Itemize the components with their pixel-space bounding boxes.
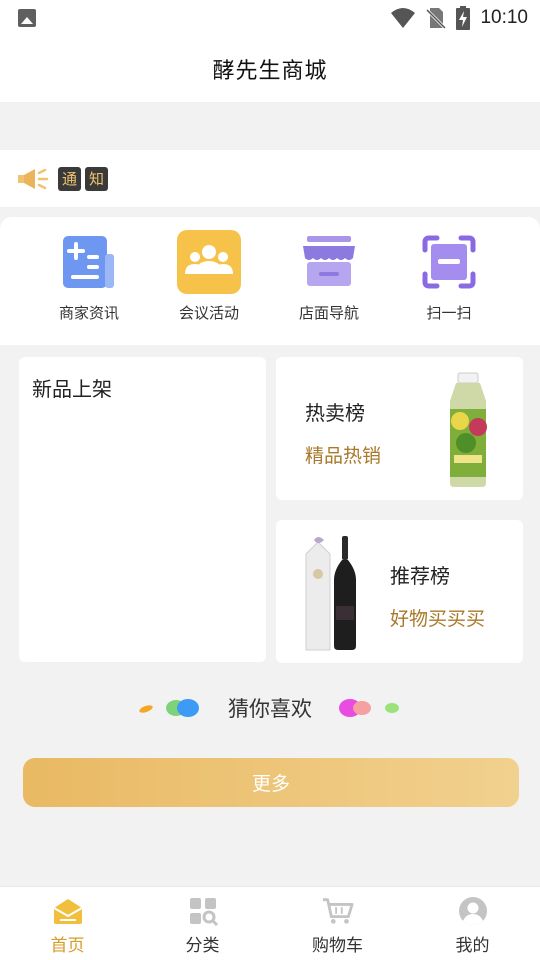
page-title: 酵先生商城 bbox=[212, 59, 328, 84]
tab-cart[interactable]: 购物车 bbox=[270, 887, 405, 960]
decorative-blobs-right-icon bbox=[339, 699, 399, 717]
tab-label: 我的 bbox=[455, 936, 490, 956]
tab-label: 分类 bbox=[185, 936, 220, 956]
status-bar: 10:10 bbox=[0, 0, 540, 36]
home-icon bbox=[52, 895, 84, 927]
bottom-tab-bar: 首页 分类 购物车 我的 bbox=[0, 886, 540, 960]
user-icon bbox=[457, 895, 489, 927]
people-icon bbox=[177, 230, 241, 294]
more-button[interactable]: 更多 bbox=[23, 758, 519, 807]
image-notification-icon bbox=[18, 9, 36, 27]
status-time: 10:10 bbox=[480, 7, 528, 28]
quick-nav-label: 商家资讯 bbox=[58, 304, 119, 322]
guess-you-like-title: 猜你喜欢 bbox=[228, 697, 312, 721]
quick-nav-meeting-activity[interactable]: 会议活动 bbox=[149, 217, 269, 345]
notice-tag: 知 bbox=[85, 166, 108, 191]
guess-you-like-header: 猜你喜欢 bbox=[0, 688, 540, 728]
recommend-subtitle: 好物买买买 bbox=[390, 608, 486, 630]
cart-icon bbox=[322, 895, 354, 927]
hot-sellers-card[interactable]: 热卖榜 精品热销 bbox=[276, 357, 523, 500]
quick-nav-scan[interactable]: 扫一扫 bbox=[389, 217, 509, 345]
notice-bar[interactable]: 通 知 bbox=[0, 150, 540, 207]
quick-nav-label: 店面导航 bbox=[298, 304, 359, 322]
store-icon bbox=[297, 230, 361, 294]
no-sim-icon bbox=[426, 8, 447, 29]
wifi-icon bbox=[391, 8, 416, 28]
decorative-blobs-left-icon bbox=[139, 699, 199, 717]
quick-nav-label: 扫一扫 bbox=[426, 304, 472, 322]
recommend-card[interactable]: 推荐榜 好物买买买 bbox=[276, 520, 523, 663]
tab-label: 购物车 bbox=[312, 936, 363, 956]
recommend-title: 推荐榜 bbox=[390, 564, 450, 588]
wine-bottle-image bbox=[305, 536, 356, 651]
category-icon bbox=[187, 895, 219, 927]
tab-category[interactable]: 分类 bbox=[135, 887, 270, 960]
news-icon bbox=[57, 230, 121, 294]
scan-icon bbox=[417, 230, 481, 294]
title-bar: 酵先生商城 bbox=[0, 36, 540, 102]
quick-nav-label: 会议活动 bbox=[178, 304, 239, 322]
tab-label: 首页 bbox=[50, 936, 85, 956]
quick-nav-merchant-news[interactable]: 商家资讯 bbox=[29, 217, 149, 345]
juice-bottle-image bbox=[450, 372, 487, 487]
battery-charging-icon bbox=[456, 6, 471, 30]
new-arrivals-title: 新品上架 bbox=[32, 377, 112, 401]
new-arrivals-card[interactable]: 新品上架 bbox=[19, 357, 266, 662]
hot-sellers-subtitle: 精品热销 bbox=[305, 445, 382, 467]
quick-nav: 商家资讯 会议活动 店面导航 扫一扫 bbox=[0, 217, 540, 345]
hot-sellers-title: 热卖榜 bbox=[305, 401, 365, 425]
notice-tag: 通 bbox=[58, 166, 81, 191]
quick-nav-store-navigation[interactable]: 店面导航 bbox=[269, 217, 389, 345]
speaker-icon bbox=[18, 168, 49, 189]
tab-mine[interactable]: 我的 bbox=[405, 887, 540, 960]
tab-home[interactable]: 首页 bbox=[0, 887, 135, 960]
status-indicators: 10:10 bbox=[390, 4, 528, 32]
